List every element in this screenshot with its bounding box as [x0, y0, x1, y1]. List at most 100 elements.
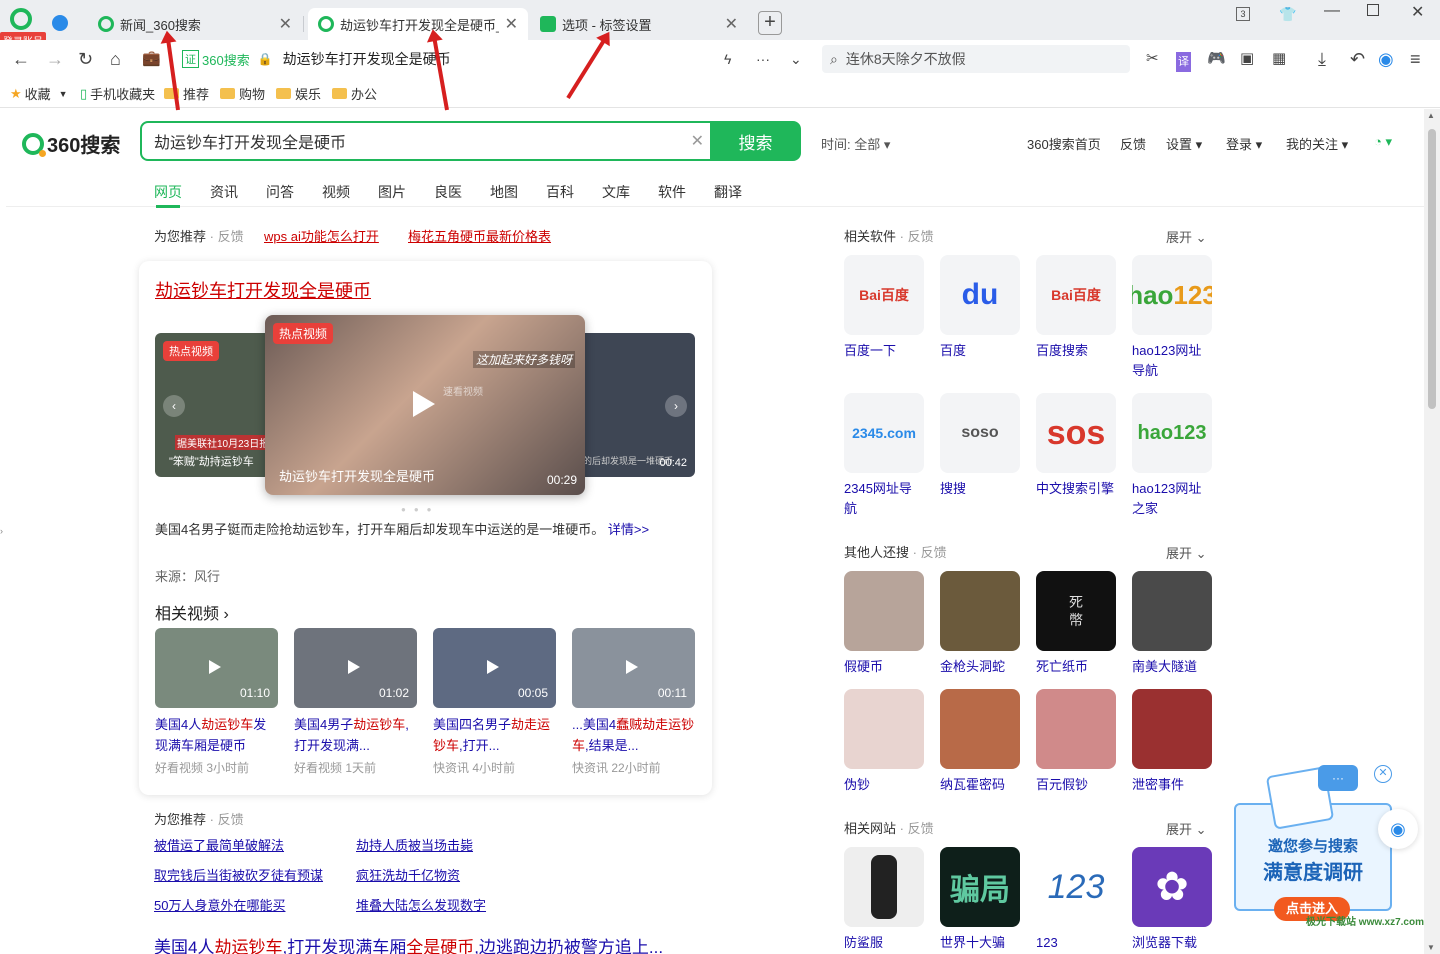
- home-icon[interactable]: ⌂: [110, 49, 121, 69]
- tab-medical[interactable]: 良医: [434, 182, 462, 202]
- more-icon[interactable]: ···: [756, 51, 770, 67]
- close-icon[interactable]: ✕: [279, 14, 292, 34]
- left-edge-handle[interactable]: ›: [0, 526, 3, 536]
- related-video-title[interactable]: 美国4人劫运钞车发现满车厢是硬币: [155, 714, 278, 756]
- tab-count-badge[interactable]: 3: [1236, 7, 1250, 21]
- side-search-input[interactable]: ⌕ 连休8天除夕不放假: [822, 45, 1130, 73]
- video-main[interactable]: 热点视频 这加起来好多钱呀 速看视频 劫运钞车打开发现全是硬币 00:29: [265, 315, 585, 495]
- side-tool-button[interactable]: ◉: [1378, 809, 1418, 849]
- tab-settings[interactable]: 选项 - 标签设置 ✕: [530, 8, 748, 40]
- software-expand[interactable]: 展开 ⌄: [1166, 227, 1207, 246]
- tab-translate[interactable]: 翻译: [714, 182, 742, 202]
- related-video-title[interactable]: 美国4男子劫运钞车,打开发现满...: [294, 714, 417, 756]
- site-123[interactable]: 123 123: [1036, 847, 1116, 953]
- related-video-1[interactable]: 01:10 美国4人劫运钞车发现满车厢是硬币 好看视频 3小时前: [155, 628, 278, 776]
- close-icon[interactable]: ✕: [505, 14, 518, 34]
- refresh-icon[interactable]: ↻: [78, 49, 93, 69]
- related-video-title[interactable]: 美国四名男子劫走运钞车,打开...: [433, 714, 556, 756]
- search-tunnel[interactable]: 南美大隧道: [1132, 571, 1212, 677]
- survey-close-icon[interactable]: ✕: [1374, 765, 1392, 783]
- close-icon[interactable]: ✕: [725, 14, 738, 34]
- sites-expand[interactable]: 展开 ⌄: [1166, 819, 1207, 838]
- search-button[interactable]: 搜索: [710, 121, 801, 161]
- site-top-scams[interactable]: 骗局 世界十大骗: [940, 847, 1020, 953]
- reader-icon[interactable]: ▣: [1240, 49, 1254, 69]
- scrollbar-thumb[interactable]: [1428, 129, 1436, 409]
- maximize-button[interactable]: [1367, 4, 1379, 16]
- related-video-4[interactable]: 00:11 ...美国4蠢贼劫走运钞车,结果是... 快资讯 22小时前: [572, 628, 695, 776]
- back-icon[interactable]: ←: [12, 49, 30, 69]
- play-icon[interactable]: [413, 391, 435, 417]
- lightning-icon[interactable]: ϟ: [724, 51, 731, 67]
- search-navajo[interactable]: 纳瓦霍密码: [940, 689, 1020, 795]
- tab-web[interactable]: 网页: [154, 182, 182, 208]
- recommend-link[interactable]: wps ai功能怎么打开: [264, 226, 379, 245]
- recommend2-link[interactable]: 劫持人质被当场击毙: [356, 835, 473, 854]
- nav-feedback[interactable]: 反馈: [1120, 134, 1146, 153]
- download-icon[interactable]: ⤓: [1318, 49, 1326, 69]
- menu-icon[interactable]: ≡: [1410, 49, 1421, 69]
- recommend2-link[interactable]: 被借运了最简单破解法: [154, 835, 284, 854]
- bookmark-folder-entertainment[interactable]: 娱乐: [276, 84, 321, 103]
- bookmark-folder-shopping[interactable]: 购物: [220, 84, 265, 103]
- undo-icon[interactable]: ↶: [1350, 49, 1365, 69]
- site-shark-suit[interactable]: 防鲨服: [844, 847, 924, 953]
- search-snake[interactable]: 金枪头洞蛇: [940, 571, 1020, 677]
- video-thumbnail[interactable]: 01:02: [294, 628, 417, 708]
- prev-arrow-icon[interactable]: ‹: [163, 395, 185, 417]
- translate-icon[interactable]: 译: [1176, 52, 1191, 72]
- scroll-down-icon[interactable]: ▼: [1427, 943, 1435, 952]
- new-tab-button[interactable]: +: [758, 11, 782, 35]
- 360-account-icon[interactable]: ◔ ▾: [1374, 134, 1392, 150]
- bookmark-folder-office[interactable]: 办公: [332, 84, 377, 103]
- 360-guard-icon[interactable]: ◉: [1378, 49, 1394, 69]
- briefcase-icon[interactable]: 💼: [142, 49, 161, 69]
- section-feedback[interactable]: · 反馈: [900, 229, 934, 244]
- app-hao123-home[interactable]: hao123 hao123网址之家: [1132, 393, 1212, 519]
- nav-login[interactable]: 登录 ▾: [1226, 134, 1262, 153]
- related-video-title[interactable]: ...美国4蠢贼劫走运钞车,结果是...: [572, 714, 695, 756]
- close-window-button[interactable]: ✕: [1411, 2, 1424, 22]
- search-fake-100[interactable]: 百元假钞: [1036, 689, 1116, 795]
- tab-baike[interactable]: 百科: [546, 182, 574, 202]
- next-arrow-icon[interactable]: ›: [665, 395, 687, 417]
- related-video-3[interactable]: 00:05 美国四名男子劫走运钞车,打开... 快资讯 4小时前: [433, 628, 556, 776]
- section-feedback[interactable]: · 反馈: [913, 545, 947, 560]
- clear-icon[interactable]: ✕: [691, 131, 704, 151]
- recommend2-link[interactable]: 取完钱后当街被砍歹徒有预谋: [154, 865, 323, 884]
- search-death-note[interactable]: 死幣死亡纸币: [1036, 571, 1116, 677]
- recommend2-link[interactable]: 疯狂洗劫千亿物资: [356, 865, 460, 884]
- app-chinese-engine[interactable]: sos 中文搜索引擎: [1036, 393, 1116, 499]
- bookmark-folder-recommend[interactable]: 推荐: [164, 84, 209, 103]
- nav-home[interactable]: 360搜索首页: [1027, 134, 1101, 153]
- video-thumbnail[interactable]: 00:05: [433, 628, 556, 708]
- app-baidu-yixia[interactable]: Bai百度 百度一下: [844, 255, 924, 361]
- browser-logo-icon[interactable]: [10, 8, 32, 30]
- forward-icon[interactable]: →: [46, 49, 64, 69]
- search-fake-coin[interactable]: 假硬币: [844, 571, 924, 677]
- recommend2-link[interactable]: 堆叠大陆怎么发现数字: [356, 895, 486, 914]
- nav-follow[interactable]: 我的关注 ▾: [1286, 134, 1348, 153]
- nav-settings[interactable]: 设置 ▾: [1166, 134, 1202, 153]
- skin-icon[interactable]: 👕: [1279, 6, 1296, 23]
- recommend-feedback[interactable]: · 反馈: [210, 229, 244, 244]
- recommend-link[interactable]: 梅花五角硬币最新价格表: [408, 226, 551, 245]
- telegram-icon[interactable]: [52, 15, 68, 31]
- tab-search-result[interactable]: 劫运钞车打开发现全是硬币_36 ✕: [308, 8, 528, 40]
- tab-qa[interactable]: 问答: [266, 182, 294, 202]
- recommend2-link[interactable]: 50万人身意外在哪能买: [154, 895, 285, 914]
- 360-search-logo[interactable]: 360搜索: [22, 129, 120, 158]
- vertical-scrollbar[interactable]: ▲ ▼: [1424, 109, 1440, 954]
- related-video-2[interactable]: 01:02 美国4男子劫运钞车,打开发现满... 好看视频 1天前: [294, 628, 417, 776]
- bookmark-favorites[interactable]: ★ 收藏 ▼: [10, 84, 68, 103]
- tab-software[interactable]: 软件: [658, 182, 686, 202]
- minimize-button[interactable]: —: [1324, 2, 1340, 20]
- section-feedback[interactable]: · 反馈: [900, 821, 934, 836]
- scissors-icon[interactable]: ✂: [1146, 49, 1159, 69]
- site-browser-download[interactable]: ✿ 浏览器下载: [1132, 847, 1212, 953]
- time-filter[interactable]: 时间: 全部 ▾: [821, 134, 890, 153]
- app-soso[interactable]: soso 搜搜: [940, 393, 1020, 499]
- address-bar[interactable]: 证 360搜索 🔒 劫运钞车打开发现全是硬币 ϟ ··· ⌄: [176, 45, 816, 73]
- app-hao123[interactable]: hao 123 hao123网址导航: [1132, 255, 1212, 381]
- game-icon[interactable]: 🎮: [1207, 49, 1226, 69]
